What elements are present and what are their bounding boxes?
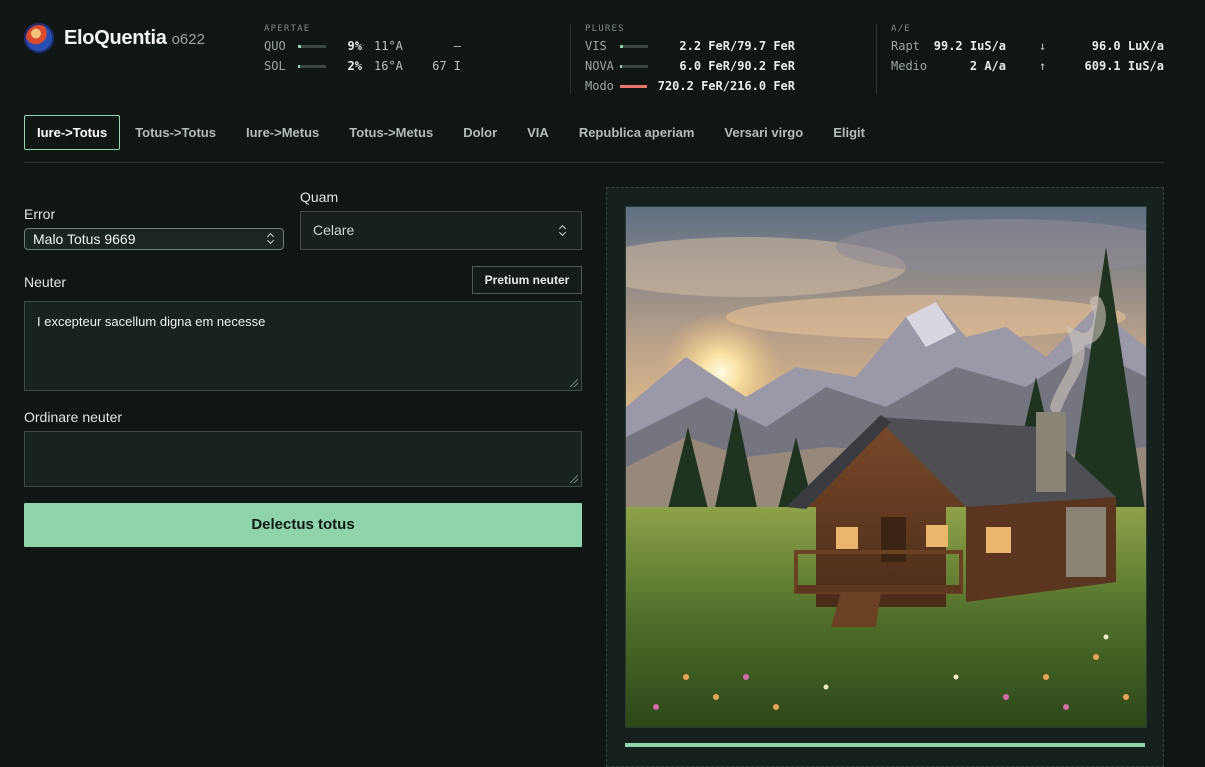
stat-value: 2.2 FeR/79.7 FeR	[679, 39, 795, 53]
error-select[interactable]: Malo Totus 9669	[24, 228, 284, 250]
stat-bar-fill	[298, 65, 300, 68]
tab-republica-aperiam[interactable]: Republica aperiam	[564, 115, 710, 150]
neuter-textarea[interactable]: I excepteur sacellum digna em necesse	[24, 301, 582, 391]
panel-action-bar[interactable]	[625, 743, 1145, 747]
neuter-label: Neuter	[24, 274, 67, 290]
stats-apertae-title: APERTAE	[264, 24, 311, 34]
arrow-up-icon: ↑	[1039, 59, 1047, 73]
resize-grip-icon[interactable]	[570, 379, 578, 387]
pretium-neuter-button[interactable]: Pretium neuter	[472, 266, 582, 294]
stat-row: Medio 2 A/a ↑ 609.1 IuS/a	[891, 56, 1164, 76]
tab-totus-totus[interactable]: Totus->Totus	[120, 115, 231, 150]
stat-label: Rapt	[891, 39, 920, 53]
error-label: Error	[24, 206, 56, 222]
stat-bar	[298, 65, 326, 68]
stats-ae: A/E Rapt 99.2 IuS/a ↓ 96.0 LuX/a Medio 2…	[891, 24, 1164, 76]
mode-tabs: Iure->Totus Totus->Totus Iure->Metus Tot…	[24, 115, 1164, 150]
tab-versari-virgo[interactable]: Versari virgo	[709, 115, 818, 150]
stat-value: 6.0 FeR/90.2 FeR	[679, 59, 795, 73]
stat-percent: 9%	[347, 39, 362, 53]
stat-label: Medio	[891, 59, 928, 73]
neuter-textarea-value: I excepteur sacellum digna em necesse	[37, 314, 266, 329]
stats-ae-title: A/E	[891, 24, 911, 34]
stat-bar	[298, 45, 326, 48]
stat-label: SOL	[264, 59, 286, 73]
stat-bar-fill	[620, 85, 647, 88]
quam-select[interactable]: Celare	[300, 211, 582, 250]
stat-row: VIS 2.2 FeR/79.7 FeR	[585, 36, 795, 56]
stat-extra: 67 I	[432, 59, 461, 73]
header-divider	[570, 24, 571, 94]
stat-row: Rapt 99.2 IuS/a ↓ 96.0 LuX/a	[891, 36, 1164, 56]
quam-select-value: Celare	[313, 222, 355, 238]
stat-value: 2 A/a	[969, 59, 1006, 73]
stat-value-secondary: 609.1 IuS/a	[1084, 59, 1164, 73]
app-logo-icon	[24, 23, 54, 53]
resize-grip-icon[interactable]	[570, 475, 578, 483]
stat-bar	[620, 45, 648, 48]
tab-iure-totus[interactable]: Iure->Totus	[24, 115, 121, 150]
tab-eligit[interactable]: Eligit	[818, 115, 880, 150]
tabs-divider	[24, 162, 1164, 163]
stat-temp: 11°A	[374, 39, 403, 53]
stat-value-secondary: 96.0 LuX/a	[1091, 39, 1164, 53]
generated-image[interactable]	[625, 206, 1147, 728]
tab-via[interactable]: VIA	[512, 115, 564, 150]
tab-iure-metus[interactable]: Iure->Metus	[231, 115, 334, 150]
delectus-totus-button[interactable]: Delectus totus	[24, 503, 582, 547]
stat-value: 99.2 IuS/a	[933, 39, 1006, 53]
quam-label: Quam	[300, 189, 339, 205]
stat-row: Modo 720.2 FeR/216.0 FeR	[585, 76, 795, 96]
stat-extra: –	[453, 39, 461, 53]
cabin-landscape-image	[626, 207, 1146, 727]
stat-row: SOL 2% 16°A 67 I	[264, 56, 494, 76]
brand: EloQuentia o622	[24, 23, 205, 53]
stat-bar-fill	[620, 65, 622, 68]
stat-bar	[620, 65, 648, 68]
stat-label: NOVA	[585, 59, 614, 73]
stat-row: NOVA 6.0 FeR/90.2 FeR	[585, 56, 795, 76]
app-version: o622	[171, 31, 205, 48]
stat-temp: 16°A	[374, 59, 403, 73]
stat-label: QUO	[264, 39, 286, 53]
stat-bar	[620, 85, 647, 88]
stat-bar-fill	[298, 45, 301, 48]
stats-plures: PLURES VIS 2.2 FeR/79.7 FeR NOVA 6.0 FeR…	[585, 24, 795, 96]
stat-row: QUO 9% 11°A –	[264, 36, 494, 56]
stats-plures-title: PLURES	[585, 24, 625, 34]
stat-percent: 2%	[347, 59, 362, 73]
stat-bar-fill	[620, 45, 623, 48]
stat-label: VIS	[585, 39, 607, 53]
tab-totus-metus[interactable]: Totus->Metus	[334, 115, 448, 150]
error-select-value: Malo Totus 9669	[33, 231, 136, 247]
stats-apertae: APERTAE QUO 9% 11°A – SOL 2% 16°A 67 I	[264, 24, 494, 76]
chevron-updown-icon	[267, 233, 275, 245]
chevron-updown-icon	[559, 225, 567, 237]
app-name: EloQuentia	[64, 26, 167, 49]
stat-label: Modo	[585, 79, 614, 93]
ordinare-neuter-textarea[interactable]	[24, 431, 582, 487]
header-divider	[876, 24, 877, 94]
ordinare-neuter-label: Ordinare neuter	[24, 409, 123, 425]
arrow-down-icon: ↓	[1039, 39, 1047, 53]
stat-value: 720.2 FeR/216.0 FeR	[657, 79, 795, 93]
tab-dolor[interactable]: Dolor	[448, 115, 512, 150]
